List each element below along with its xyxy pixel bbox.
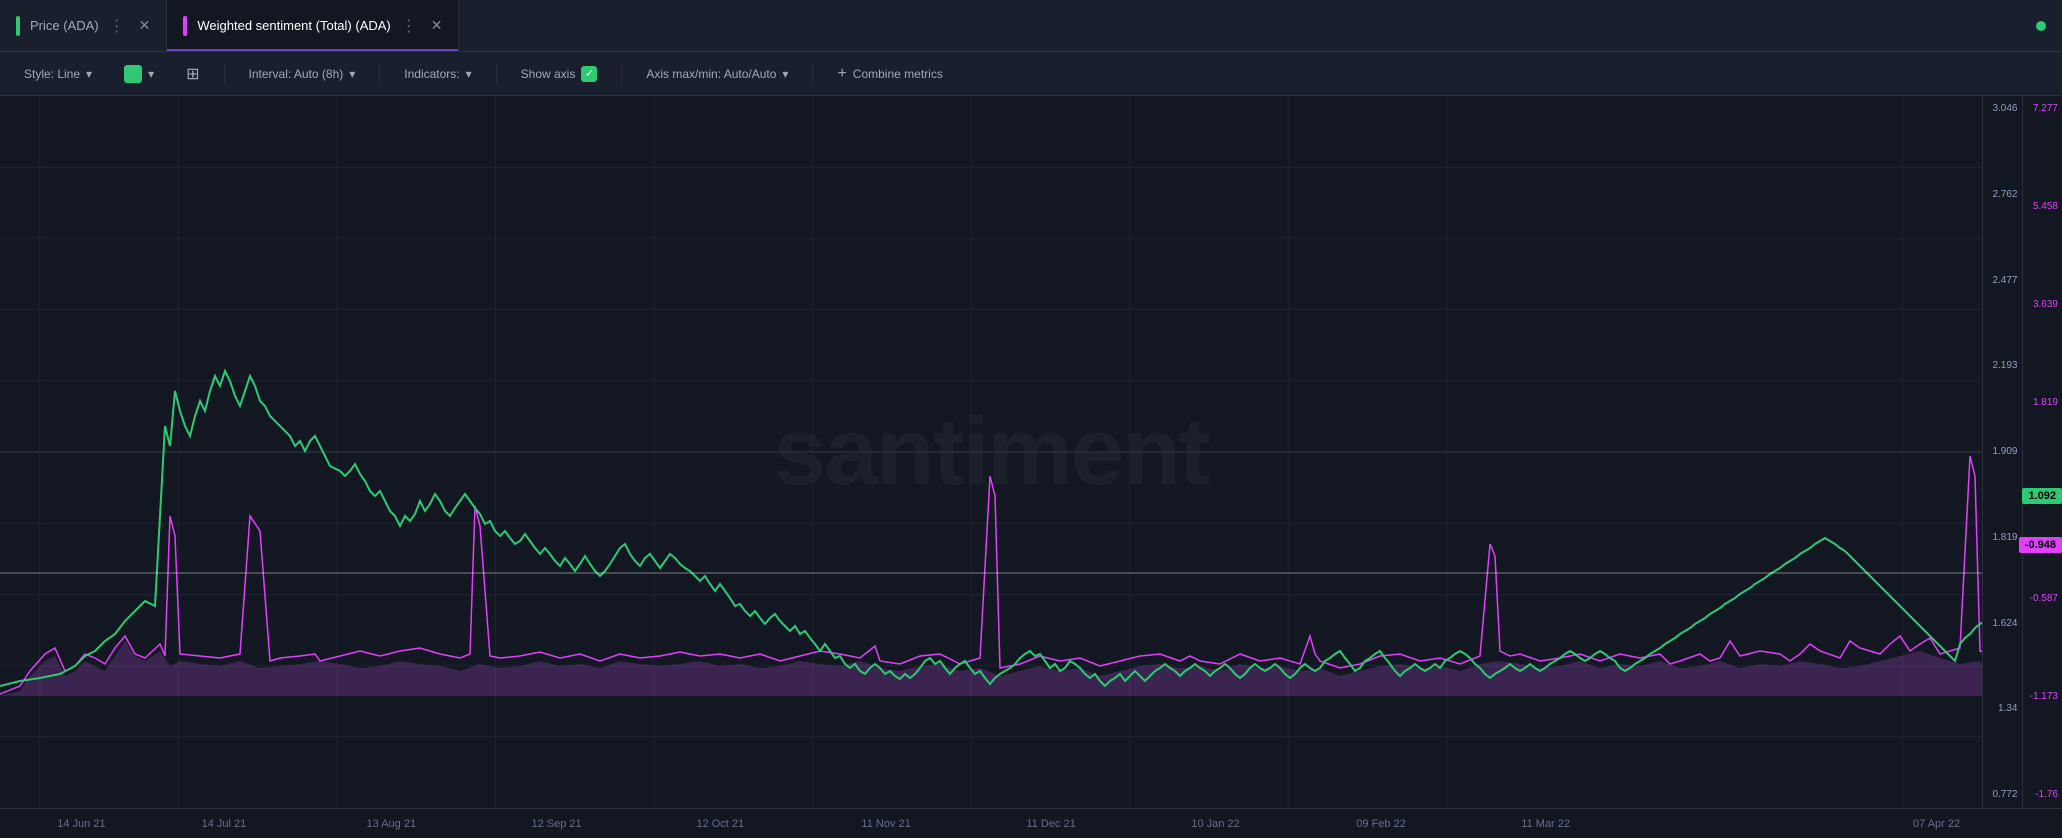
indicators-selector[interactable]: Indicators: ▾ [396,63,479,85]
style-selector[interactable]: Style: Line ▾ [16,63,100,85]
tab-menu-icon[interactable]: ⋮ [109,16,125,36]
date-11mar22: 11 Mar 22 [1521,818,1570,830]
date-10jan22: 10 Jan 22 [1191,818,1239,830]
toolbar: Style: Line ▾ ▾ ⊞ Interval: Auto (8h) ▾ … [0,52,2062,96]
tab-bar: Price (ADA) ⋮ ✕ Weighted sentiment (Tota… [0,0,2062,52]
axis-label-0: 0.772 [1983,790,2022,800]
interval-chevron: ▾ [349,67,355,81]
toolbar-separator-5 [812,64,813,84]
date-13aug21: 13 Aug 21 [367,818,417,830]
date-11dec21: 11 Dec 21 [1026,818,1075,830]
axis-label-neg587: -0.587 [2023,594,2062,604]
axis-label-neg176: -1.76 [2023,790,2062,800]
show-axis-label: Show axis [521,67,576,81]
axis-label-7277: 7.277 [2023,104,2062,114]
date-axis: 14 Jun 21 14 Jul 21 13 Aug 21 12 Sep 21 … [0,808,2062,838]
tab-weighted-sentiment[interactable]: Weighted sentiment (Total) (ADA) ⋮ ✕ [167,0,459,51]
toolbar-separator-1 [224,64,225,84]
axis-label-3046: 3.046 [1983,104,2022,114]
color-swatch [124,65,142,83]
show-axis-container[interactable]: Show axis ✓ [513,62,606,86]
toolbar-separator-3 [496,64,497,84]
status-dot [2036,21,2046,31]
axis-label-1819: 1.819 [1983,533,2022,543]
style-label: Style: Line [24,67,80,81]
date-09feb22: 09 Feb 22 [1356,818,1406,830]
style-chevron: ▾ [86,67,92,81]
axis-label-2477: 2.477 [1983,276,2022,286]
axis-label-neg1173: -1.173 [2023,692,2062,702]
candlestick-icon: ⊞ [186,64,199,84]
date-14jul21: 14 Jul 21 [202,818,247,830]
tab-menu-icon-2[interactable]: ⋮ [401,16,417,36]
interval-selector[interactable]: Interval: Auto (8h) ▾ [241,63,364,85]
indicators-chevron: ▾ [466,67,472,81]
color-chevron: ▾ [148,67,154,81]
date-14jun21: 14 Jun 21 [57,818,105,830]
candlestick-button[interactable]: ⊞ [178,60,207,88]
date-12oct21: 12 Oct 21 [696,818,744,830]
interval-label: Interval: Auto (8h) [249,67,344,81]
toolbar-separator-2 [379,64,380,84]
show-axis-checkbox[interactable]: ✓ [581,66,597,82]
axis-label-1819-2: 1.819 [2023,398,2062,408]
indicators-label: Indicators: [404,67,459,81]
combine-metrics-button[interactable]: + Combine metrics [829,61,950,87]
tab-accent-purple [183,16,187,36]
axis-label-2762: 2.762 [1983,190,2022,200]
price-badge-green: 1.092 [2022,488,2062,504]
axis-maxmin-chevron: ▾ [782,67,788,81]
axis-label-1909: 1.909 [1983,447,2022,457]
tab-close-icon[interactable]: ✕ [139,17,151,34]
date-12sep21: 12 Sep 21 [532,818,582,830]
date-11nov21: 11 Nov 21 [861,818,910,830]
right-axis: 3.046 2.762 2.477 2.193 1.909 1.819 1.62… [1982,96,2062,808]
axis-maxmin-label: Axis max/min: Auto/Auto [646,67,776,81]
axis-maxmin-selector[interactable]: Axis max/min: Auto/Auto ▾ [638,63,796,85]
tab-accent-green [16,16,20,36]
toolbar-separator-4 [621,64,622,84]
tab-price-ada-label: Price (ADA) [30,18,99,33]
tab-close-icon-2[interactable]: ✕ [431,17,443,34]
price-badge-pink: -0.948 [2019,537,2062,553]
combine-metrics-label: Combine metrics [853,67,943,81]
tab-price-ada[interactable]: Price (ADA) ⋮ ✕ [0,0,167,51]
axis-label-134: 1.34 [1983,704,2022,714]
plus-icon: + [837,65,846,83]
app-container: Price (ADA) ⋮ ✕ Weighted sentiment (Tota… [0,0,2062,838]
chart-svg [0,96,1982,808]
tab-bar-spacer [459,0,2062,51]
chart-area: santiment [0,96,2062,808]
axis-label-1624: 1.624 [1983,619,2022,629]
axis-label-3639: 3.639 [2023,300,2062,310]
tab-weighted-sentiment-label: Weighted sentiment (Total) (ADA) [197,18,390,33]
color-swatch-container[interactable]: ▾ [116,61,162,87]
axis-label-5458: 5.458 [2023,202,2062,212]
axis-label-2193: 2.193 [1983,361,2022,371]
date-07apr22: 07 Apr 22 [1913,818,1960,830]
